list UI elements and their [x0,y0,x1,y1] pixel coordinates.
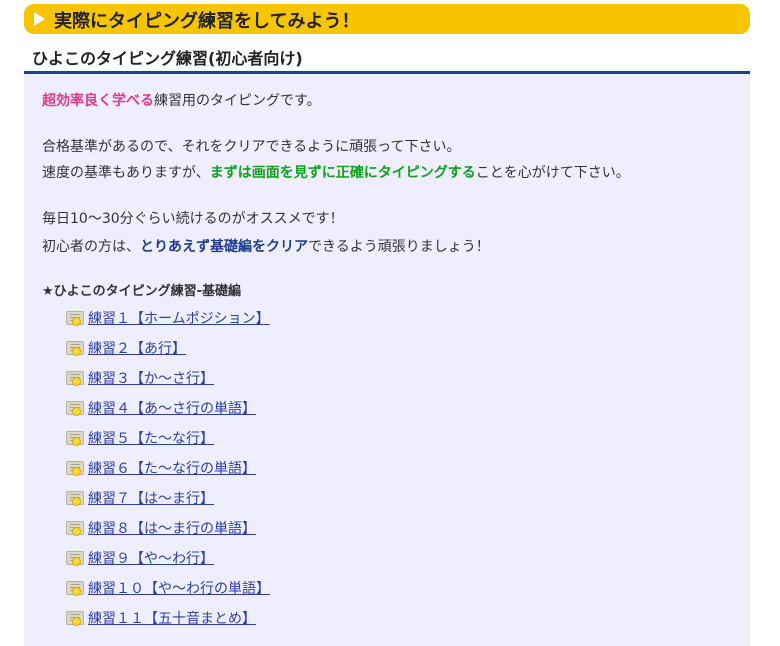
intro-line-3: 速度の基準もありますが、まずは画面を見ずに正確にタイピングすることを心がけて下さ… [42,162,630,182]
lesson-link-10[interactable]: 練習１０【や〜わ行の単語】 [88,578,270,598]
book-chick-icon [66,401,84,416]
lesson-link-1[interactable]: 練習１【ホームポジション】 [88,308,270,328]
lesson-item-11: 練習１１【五十音まとめ】 [66,607,256,629]
intro-line-2: 合格基準があるので、それをクリアできるように頑張って下さい。 [42,139,461,155]
subheading-text: ひよこのタイピング練習(初心者向け) [32,49,303,68]
intro-text: できるよう頑張りましょう！ [308,239,490,255]
lesson-item-10: 練習１０【や〜わ行の単語】 [66,577,270,599]
lesson-link-11[interactable]: 練習１１【五十音まとめ】 [88,608,256,628]
lesson-link-6[interactable]: 練習６【た〜な行の単語】 [88,458,256,478]
lesson-item-5: 練習５【た〜な行】 [66,427,214,449]
intro-emphasis-pink: 超効率良く学べる [42,93,154,109]
lesson-item-4: 練習４【あ〜さ行の単語】 [66,397,256,419]
intro-text: 速度の基準もありますが、 [42,165,210,181]
book-chick-icon [66,611,84,626]
lesson-item-6: 練習６【た〜な行の単語】 [66,457,256,479]
content-panel: 超効率良く学べる練習用のタイピングです。 合格基準があるので、それをクリアできる… [24,74,750,646]
book-chick-icon [66,461,84,476]
intro-line-5: 初心者の方は、とりあえず基礎編をクリアできるよう頑張りましょう！ [42,236,490,256]
lesson-link-3[interactable]: 練習３【か〜さ行】 [88,368,214,388]
lesson-link-8[interactable]: 練習８【は〜ま行の単語】 [88,518,256,538]
book-chick-icon [66,371,84,386]
book-chick-icon [66,341,84,356]
section-banner: 実際にタイピング練習をしてみよう！ [24,4,750,34]
book-chick-icon [66,521,84,536]
lesson-section-title: ★ひよこのタイピング練習-基礎編 [42,284,242,299]
lesson-item-2: 練習２【あ行】 [66,337,186,359]
lesson-item-3: 練習３【か〜さ行】 [66,367,214,389]
intro-line-1: 超効率良く学べる練習用のタイピングです。 [42,90,321,110]
intro-text: ことを心がけて下さい。 [475,165,630,181]
page-subheading: ひよこのタイピング練習(初心者向け) [24,40,750,74]
book-chick-icon [66,431,84,446]
lesson-link-9[interactable]: 練習９【や〜わ行】 [88,548,214,568]
play-arrow-icon [34,12,45,26]
book-chick-icon [66,551,84,566]
intro-line-4: 毎日10〜30分ぐらい続けるのがオススメです！ [42,211,344,227]
book-chick-icon [66,491,84,506]
lesson-link-2[interactable]: 練習２【あ行】 [88,338,186,358]
lesson-link-5[interactable]: 練習５【た〜な行】 [88,428,214,448]
lesson-item-1: 練習１【ホームポジション】 [66,307,270,329]
banner-title: 実際にタイピング練習をしてみよう！ [54,11,360,32]
lesson-link-4[interactable]: 練習４【あ〜さ行の単語】 [88,398,256,418]
book-chick-icon [66,311,84,326]
intro-emphasis-navy: とりあえず基礎編をクリア [140,239,308,255]
intro-emphasis-green: まずは画面を見ずに正確にタイピングする [209,165,476,181]
lesson-link-7[interactable]: 練習７【は〜ま行】 [88,488,214,508]
lesson-item-8: 練習８【は〜ま行の単語】 [66,517,256,539]
book-chick-icon [66,581,84,596]
lesson-item-9: 練習９【や〜わ行】 [66,547,214,569]
lesson-item-7: 練習７【は〜ま行】 [66,487,214,509]
intro-text: 初心者の方は、 [42,239,140,255]
intro-text: 練習用のタイピングです。 [154,93,321,109]
